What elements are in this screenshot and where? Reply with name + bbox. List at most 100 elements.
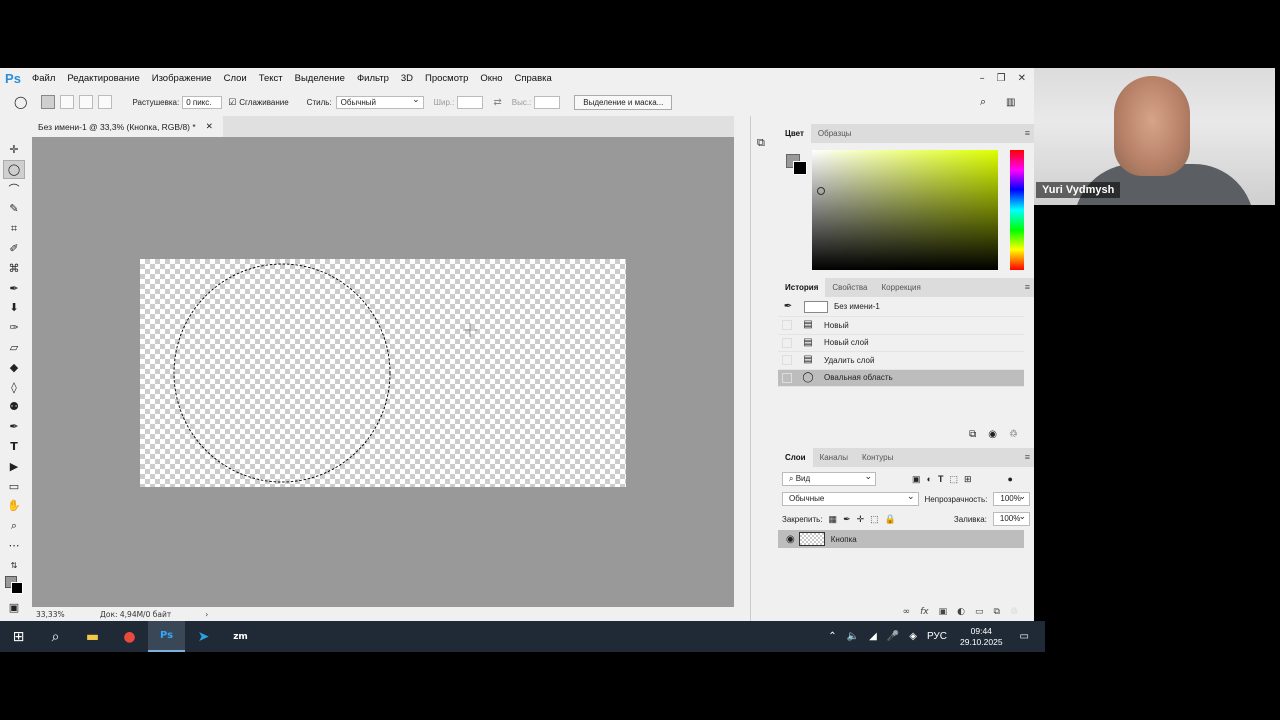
paint-bucket-tool-icon[interactable]: ◆: [3, 358, 25, 377]
menu-window[interactable]: Окно: [474, 73, 508, 84]
menu-help[interactable]: Справка: [509, 73, 558, 84]
zoom-app-icon[interactable]: zm: [222, 621, 259, 652]
lock-pixels-icon[interactable]: ✒: [843, 514, 851, 525]
chevron-up-icon[interactable]: ⌃: [828, 631, 836, 642]
menu-3d[interactable]: 3D: [395, 73, 419, 84]
panel-menu-icon[interactable]: ≡: [1025, 452, 1030, 462]
camera-icon[interactable]: ◉: [988, 429, 997, 440]
close-icon[interactable]: ✕: [1018, 73, 1026, 84]
type-tool-icon[interactable]: T: [3, 437, 25, 456]
lock-all-icon[interactable]: 🔒: [885, 514, 896, 525]
adjustment-layer-icon[interactable]: ◐: [957, 607, 965, 617]
network-icon[interactable]: ◢: [869, 631, 877, 642]
hue-slider[interactable]: [1010, 150, 1024, 270]
speaker-icon[interactable]: 🔈: [847, 631, 859, 642]
elliptical-marquee-tool-icon[interactable]: ◯: [3, 159, 25, 179]
tab-swatches[interactable]: Образцы: [811, 124, 859, 143]
panel-arrange-icon[interactable]: ⧉: [757, 136, 777, 150]
zoom-tool-icon[interactable]: ⌕: [3, 516, 25, 535]
history-checkbox[interactable]: [782, 337, 792, 348]
select-and-mask-button[interactable]: Выделение и маска...: [574, 94, 673, 110]
tab-layers[interactable]: Слои: [778, 448, 813, 467]
history-item[interactable]: ▤ Новый слой: [778, 335, 1024, 352]
dodge-tool-icon[interactable]: ⚉: [3, 397, 25, 416]
history-snapshot[interactable]: ✒ Без имени-1: [778, 297, 1024, 317]
tab-adjustments[interactable]: Коррекция: [875, 278, 928, 297]
smart-filter-icon[interactable]: ⊞: [964, 474, 972, 485]
blend-mode-select[interactable]: Обычные: [782, 490, 919, 506]
ellipse-marquee-icon[interactable]: ◯: [14, 95, 27, 109]
canvas-workspace[interactable]: [32, 137, 734, 607]
color-field[interactable]: [812, 150, 998, 270]
photoshop-taskbar-icon[interactable]: Ps: [148, 621, 185, 652]
quick-mask-icon[interactable]: ▣: [3, 598, 25, 617]
style-select[interactable]: Обычный: [335, 94, 424, 109]
document-canvas[interactable]: [140, 259, 626, 487]
history-item-selected[interactable]: ◯ Овальная область: [778, 369, 1024, 387]
quick-selection-tool-icon[interactable]: ✎: [3, 199, 25, 218]
blur-tool-icon[interactable]: ◊: [3, 378, 25, 397]
lock-artboard-icon[interactable]: ⬚: [870, 514, 879, 525]
more-tools-icon[interactable]: ⋯: [3, 536, 25, 555]
healing-brush-tool-icon[interactable]: ⌘: [3, 259, 25, 278]
telegram-icon[interactable]: ➤: [185, 621, 222, 652]
color-swatches[interactable]: [3, 575, 27, 598]
search-icon[interactable]: ⌕: [37, 621, 74, 652]
move-tool-icon[interactable]: ✛: [3, 140, 25, 159]
shape-filter-icon[interactable]: ⬚: [949, 474, 958, 485]
lock-position-icon[interactable]: ✛: [857, 514, 865, 525]
menu-select[interactable]: Выделение: [289, 73, 351, 84]
layer-row[interactable]: ◉ Кнопка: [778, 530, 1024, 548]
panel-menu-icon[interactable]: ≡: [1025, 128, 1030, 138]
history-item[interactable]: ▤ Новый: [778, 317, 1024, 335]
tab-paths[interactable]: Контуры: [855, 448, 900, 467]
link-layers-icon[interactable]: ∞: [903, 607, 911, 617]
zoom-level[interactable]: 33,33%: [36, 610, 96, 619]
color-picker-handle[interactable]: [817, 187, 825, 195]
tab-color[interactable]: Цвет: [778, 124, 811, 143]
file-explorer-icon[interactable]: ▬: [74, 621, 111, 652]
background-swatch[interactable]: [11, 581, 23, 594]
clock[interactable]: 09:44 29.10.2025: [960, 626, 1003, 648]
antialias-checkbox[interactable]: ☑: [228, 97, 236, 108]
menu-image[interactable]: Изображение: [146, 73, 218, 84]
search-icon[interactable]: ⌕: [980, 96, 986, 109]
menu-layers[interactable]: Слои: [218, 73, 253, 84]
new-document-from-state-icon[interactable]: ⧉: [969, 429, 976, 440]
tab-properties[interactable]: Свойства: [825, 278, 874, 297]
trash-icon[interactable]: ♲: [1009, 429, 1018, 440]
chrome-icon[interactable]: ●: [111, 621, 148, 652]
history-checkbox[interactable]: [782, 372, 792, 383]
lasso-tool-icon[interactable]: ⌒: [3, 180, 25, 199]
rectangle-tool-icon[interactable]: ▭: [3, 477, 25, 496]
add-mask-icon[interactable]: ▣: [939, 607, 948, 617]
fill-input[interactable]: 100%: [992, 510, 1030, 526]
type-filter-icon[interactable]: T: [938, 474, 944, 484]
menu-filter[interactable]: Фильтр: [351, 73, 395, 84]
doc-size[interactable]: Док: 4,94M/0 байт: [100, 610, 171, 619]
delete-layer-icon[interactable]: ♲: [1010, 607, 1018, 617]
pixel-filter-icon[interactable]: ▣: [912, 474, 921, 485]
add-selection-icon[interactable]: [60, 95, 75, 109]
background-color[interactable]: [793, 161, 807, 175]
status-arrow-icon[interactable]: ›: [205, 610, 208, 619]
clone-stamp-tool-icon[interactable]: ⬇: [3, 298, 25, 317]
path-selection-tool-icon[interactable]: ▶: [3, 457, 25, 476]
restore-icon[interactable]: ❐: [997, 73, 1006, 84]
adjustment-filter-icon[interactable]: ◐: [927, 474, 932, 484]
menu-edit[interactable]: Редактирование: [61, 73, 145, 84]
swap-colors-icon[interactable]: ⇅: [3, 556, 25, 575]
hand-tool-icon[interactable]: ✋: [3, 496, 25, 515]
panel-menu-icon[interactable]: ≡: [1025, 282, 1030, 292]
layer-name[interactable]: Кнопка: [831, 535, 857, 544]
eyedropper-tool-icon[interactable]: ✐: [3, 239, 25, 258]
new-group-icon[interactable]: ▭: [975, 607, 984, 617]
microphone-icon[interactable]: 🎤: [887, 631, 899, 642]
menu-type[interactable]: Текст: [253, 73, 289, 84]
swap-icon[interactable]: ⇄: [493, 97, 501, 108]
language-indicator[interactable]: РУС: [927, 631, 947, 642]
tab-close-icon[interactable]: ✕: [206, 121, 213, 132]
fx-icon[interactable]: fx: [920, 607, 929, 617]
brush-tool-icon[interactable]: ✒: [3, 279, 25, 298]
visibility-eye-icon[interactable]: ◉: [786, 534, 795, 545]
